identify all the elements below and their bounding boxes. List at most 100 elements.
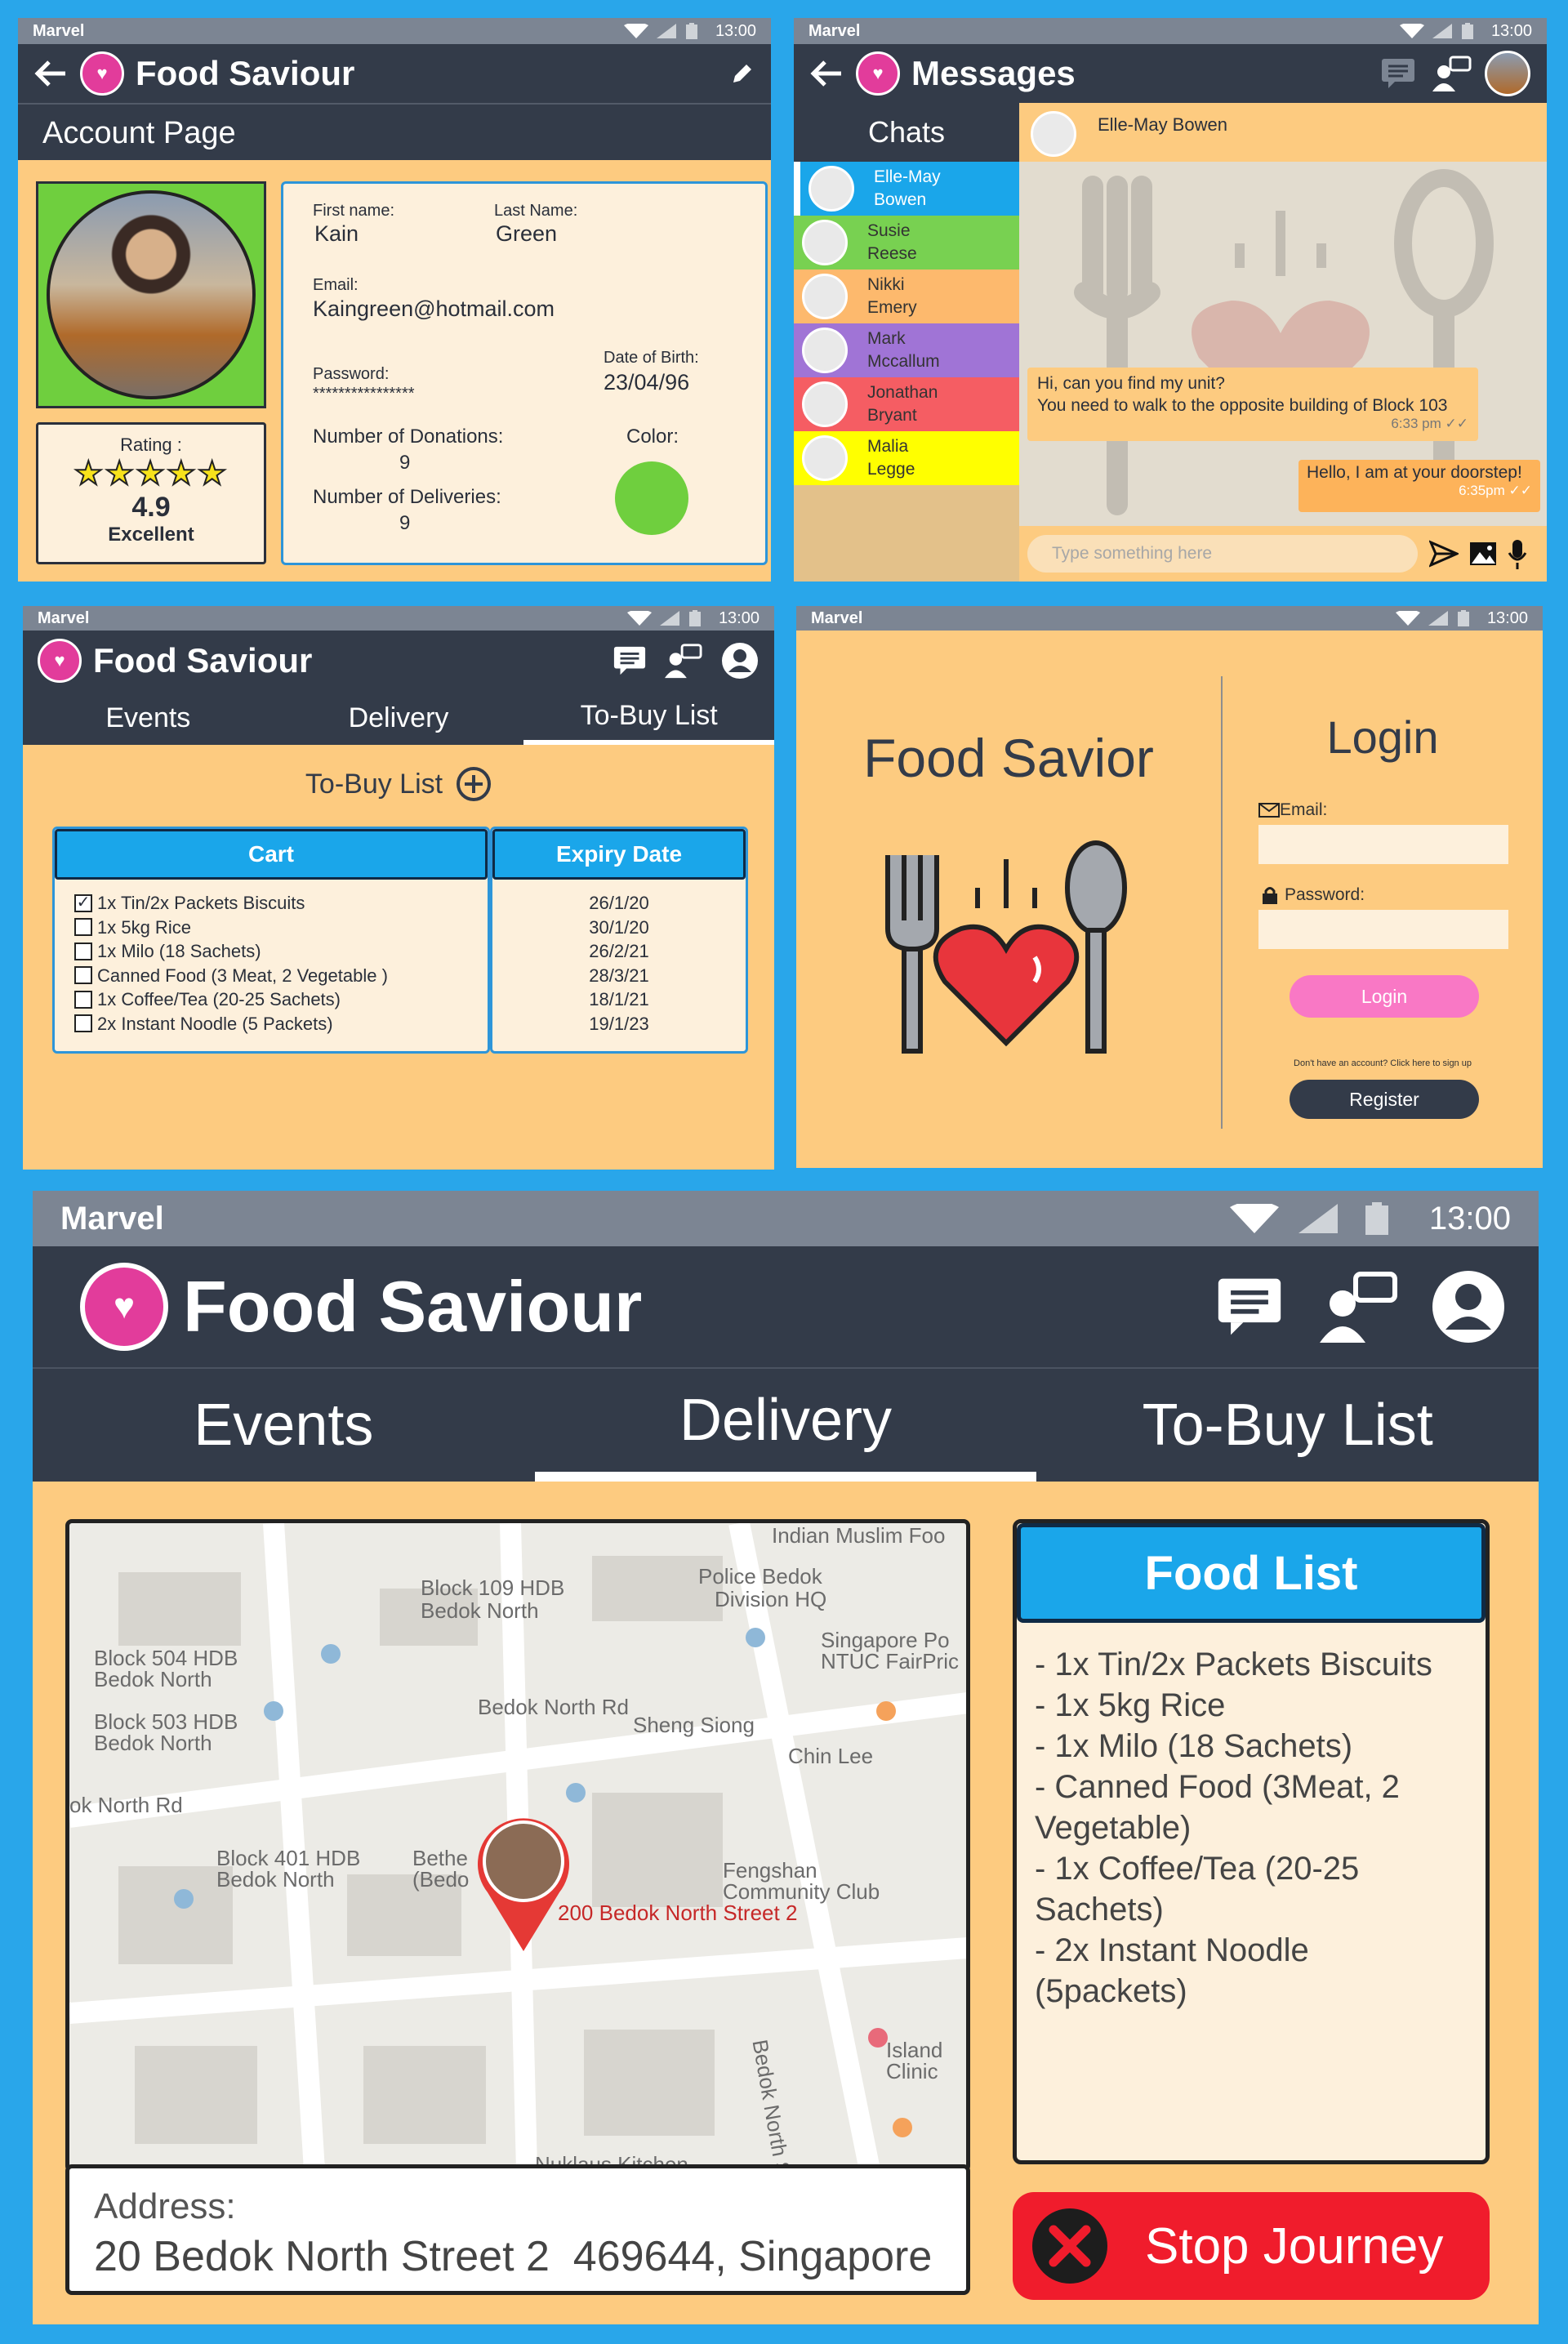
expiry-date: 26/1/20 <box>589 893 649 913</box>
profile-icon[interactable] <box>1429 1268 1508 1346</box>
message-input-bar: Type something here <box>1019 526 1547 582</box>
map-label: Bedok North <box>421 1598 539 1623</box>
page-title-bar: Account Page <box>18 103 771 160</box>
account-screen: Marvel 13:00 ♥ Food Saviour Account Page… <box>18 18 771 582</box>
password-value: **************** <box>313 385 415 403</box>
cart-item-checkbox[interactable] <box>74 966 92 985</box>
cart-item-checkbox[interactable] <box>74 918 92 937</box>
clock: 13:00 <box>718 608 760 627</box>
cart-item-checkbox[interactable] <box>74 990 92 1009</box>
envelope-icon <box>1258 803 1280 818</box>
register-button[interactable]: Register <box>1290 1080 1479 1119</box>
cart-item-checkbox[interactable]: ✓ <box>74 893 92 912</box>
food-list-header: Food List <box>1017 1523 1486 1623</box>
tab-to-buy-list[interactable]: To-Buy List <box>1036 1369 1539 1482</box>
send-icon[interactable] <box>1429 539 1459 568</box>
password-input[interactable] <box>1258 910 1508 949</box>
location-pin[interactable] <box>471 1811 576 1954</box>
status-bar: Marvel 13:00 <box>18 18 771 44</box>
cart-item-checkbox[interactable] <box>74 1014 92 1033</box>
chat-list-item[interactable]: Susie Reese <box>794 216 1019 270</box>
clock: 13:00 <box>1428 1200 1511 1237</box>
image-icon[interactable] <box>1468 541 1498 567</box>
chat-list-item[interactable]: Elle-May Bowen <box>794 162 1019 216</box>
microphone-icon[interactable] <box>1508 538 1527 569</box>
stop-journey-button[interactable]: Stop Journey <box>1013 2192 1490 2300</box>
chat-list-item[interactable]: Malia Legge <box>794 431 1019 485</box>
conversation-panel: Elle-May Bowen Hi, can you find my unit?… <box>1019 103 1547 582</box>
battery-icon <box>1365 1202 1388 1235</box>
food-list-item: - 1x Milo (18 Sachets) <box>1035 1728 1353 1764</box>
cart-item: 1x Coffee/Tea (20-25 Sachets) <box>74 987 488 1012</box>
cart-item: Canned Food (3 Meat, 2 Vegetable ) <box>74 964 488 988</box>
contact-chat-icon[interactable] <box>1432 56 1472 91</box>
login-button[interactable]: Login <box>1290 975 1479 1018</box>
tab-to-buy-list[interactable]: To-Buy List <box>523 691 774 745</box>
chat-contact-name: Susie Reese <box>867 221 917 263</box>
chat-list: Elle-May Bowen Susie Reese Nikki Emery Mark… <box>794 162 1019 485</box>
food-list-item: - 2x Instant Noodle (5packets) <box>1035 1932 1309 2009</box>
address-card: Address: 20 Bedok North Street 2 469644,… <box>65 2164 970 2295</box>
map-label: NTUC FairPric <box>821 1649 959 1673</box>
tab-delivery[interactable]: Delivery <box>534 1369 1037 1482</box>
cart-item-checkbox[interactable] <box>74 942 92 960</box>
color-swatch <box>615 461 688 535</box>
edit-pencil-icon[interactable] <box>730 61 755 86</box>
tab-delivery[interactable]: Delivery <box>274 691 524 745</box>
carrier-label: Marvel <box>811 608 863 627</box>
add-circle-icon[interactable] <box>456 766 492 802</box>
tab-events[interactable]: Events <box>33 1369 535 1482</box>
expiry-header: Expiry Date <box>492 829 746 880</box>
lock-icon <box>1263 887 1277 904</box>
map-label: Division HQ <box>715 1587 827 1611</box>
dob-value: 23/04/96 <box>604 370 690 394</box>
email-value: Kaingreen@hotmail.com <box>313 296 555 321</box>
chat-list-item[interactable]: Mark Mccallum <box>794 323 1019 377</box>
tab-events[interactable]: Events <box>23 691 274 745</box>
back-arrow-icon[interactable] <box>810 59 843 88</box>
signal-icon <box>656 24 676 38</box>
signup-link[interactable]: Don't have an account? Click here to sig… <box>1223 1058 1543 1068</box>
wifi-icon <box>1229 1204 1279 1233</box>
conversation-contact-name: Elle-May Bowen <box>1098 114 1227 135</box>
map-label: ok North Rd <box>69 1793 183 1817</box>
back-arrow-icon[interactable] <box>34 59 67 88</box>
contact-chat-icon[interactable] <box>1320 1271 1398 1343</box>
profile-icon[interactable] <box>720 641 760 680</box>
profile-details-card: First name: Kain Last Name: Green Email:… <box>281 181 768 565</box>
page-title: To-Buy List <box>305 768 443 800</box>
chat-icon[interactable] <box>612 644 647 677</box>
chats-header: Chats <box>794 103 1019 162</box>
rating-label: Rating : <box>120 434 182 455</box>
clock: 13:00 <box>715 21 756 40</box>
login-brand: Food Savior <box>863 728 1154 788</box>
outgoing-message-bubble: Hello, I am at your doorstep! 6:35pm ✓✓ <box>1298 460 1540 512</box>
message-input[interactable]: Type something here <box>1027 535 1418 573</box>
chat-avatar <box>802 274 848 319</box>
location-pin-icon <box>478 1818 569 1951</box>
cart-item-name: 1x 5kg Rice <box>97 916 191 938</box>
map-label: Clinic <box>886 2059 938 2083</box>
email-input[interactable] <box>1258 825 1508 864</box>
email-label: Email: <box>313 276 359 294</box>
chat-list-item[interactable]: Nikki Emery <box>794 270 1019 323</box>
incoming-time: 6:33 pm <box>1391 416 1441 431</box>
chat-icon[interactable] <box>1215 1274 1284 1339</box>
chat-contact-name: Elle-May Bowen <box>874 167 941 209</box>
cart-table: Cart ✓ 1x Tin/2x Packets Biscuits 1x 5kg R… <box>52 827 748 1054</box>
password-label-row: Password: <box>1262 885 1365 905</box>
map-label: Sheng Siong <box>633 1713 755 1737</box>
signal-icon <box>1298 1204 1338 1233</box>
app-bar: ♥ Messages <box>794 44 1547 103</box>
chat-list-item[interactable]: Jonathan Bryant <box>794 377 1019 431</box>
map-label: Block 109 HDB <box>421 1575 565 1600</box>
wifi-icon <box>1399 24 1424 38</box>
user-avatar[interactable] <box>1485 51 1530 96</box>
chat-icon[interactable] <box>1380 57 1416 90</box>
app-bar-actions <box>612 641 760 680</box>
app-bar: ♥ Food Saviour <box>23 631 774 691</box>
contact-chat-icon[interactable] <box>665 643 702 679</box>
first-name-label: First name: <box>313 202 395 220</box>
first-name-value: Kain <box>314 221 359 246</box>
battery-icon <box>1457 610 1469 626</box>
